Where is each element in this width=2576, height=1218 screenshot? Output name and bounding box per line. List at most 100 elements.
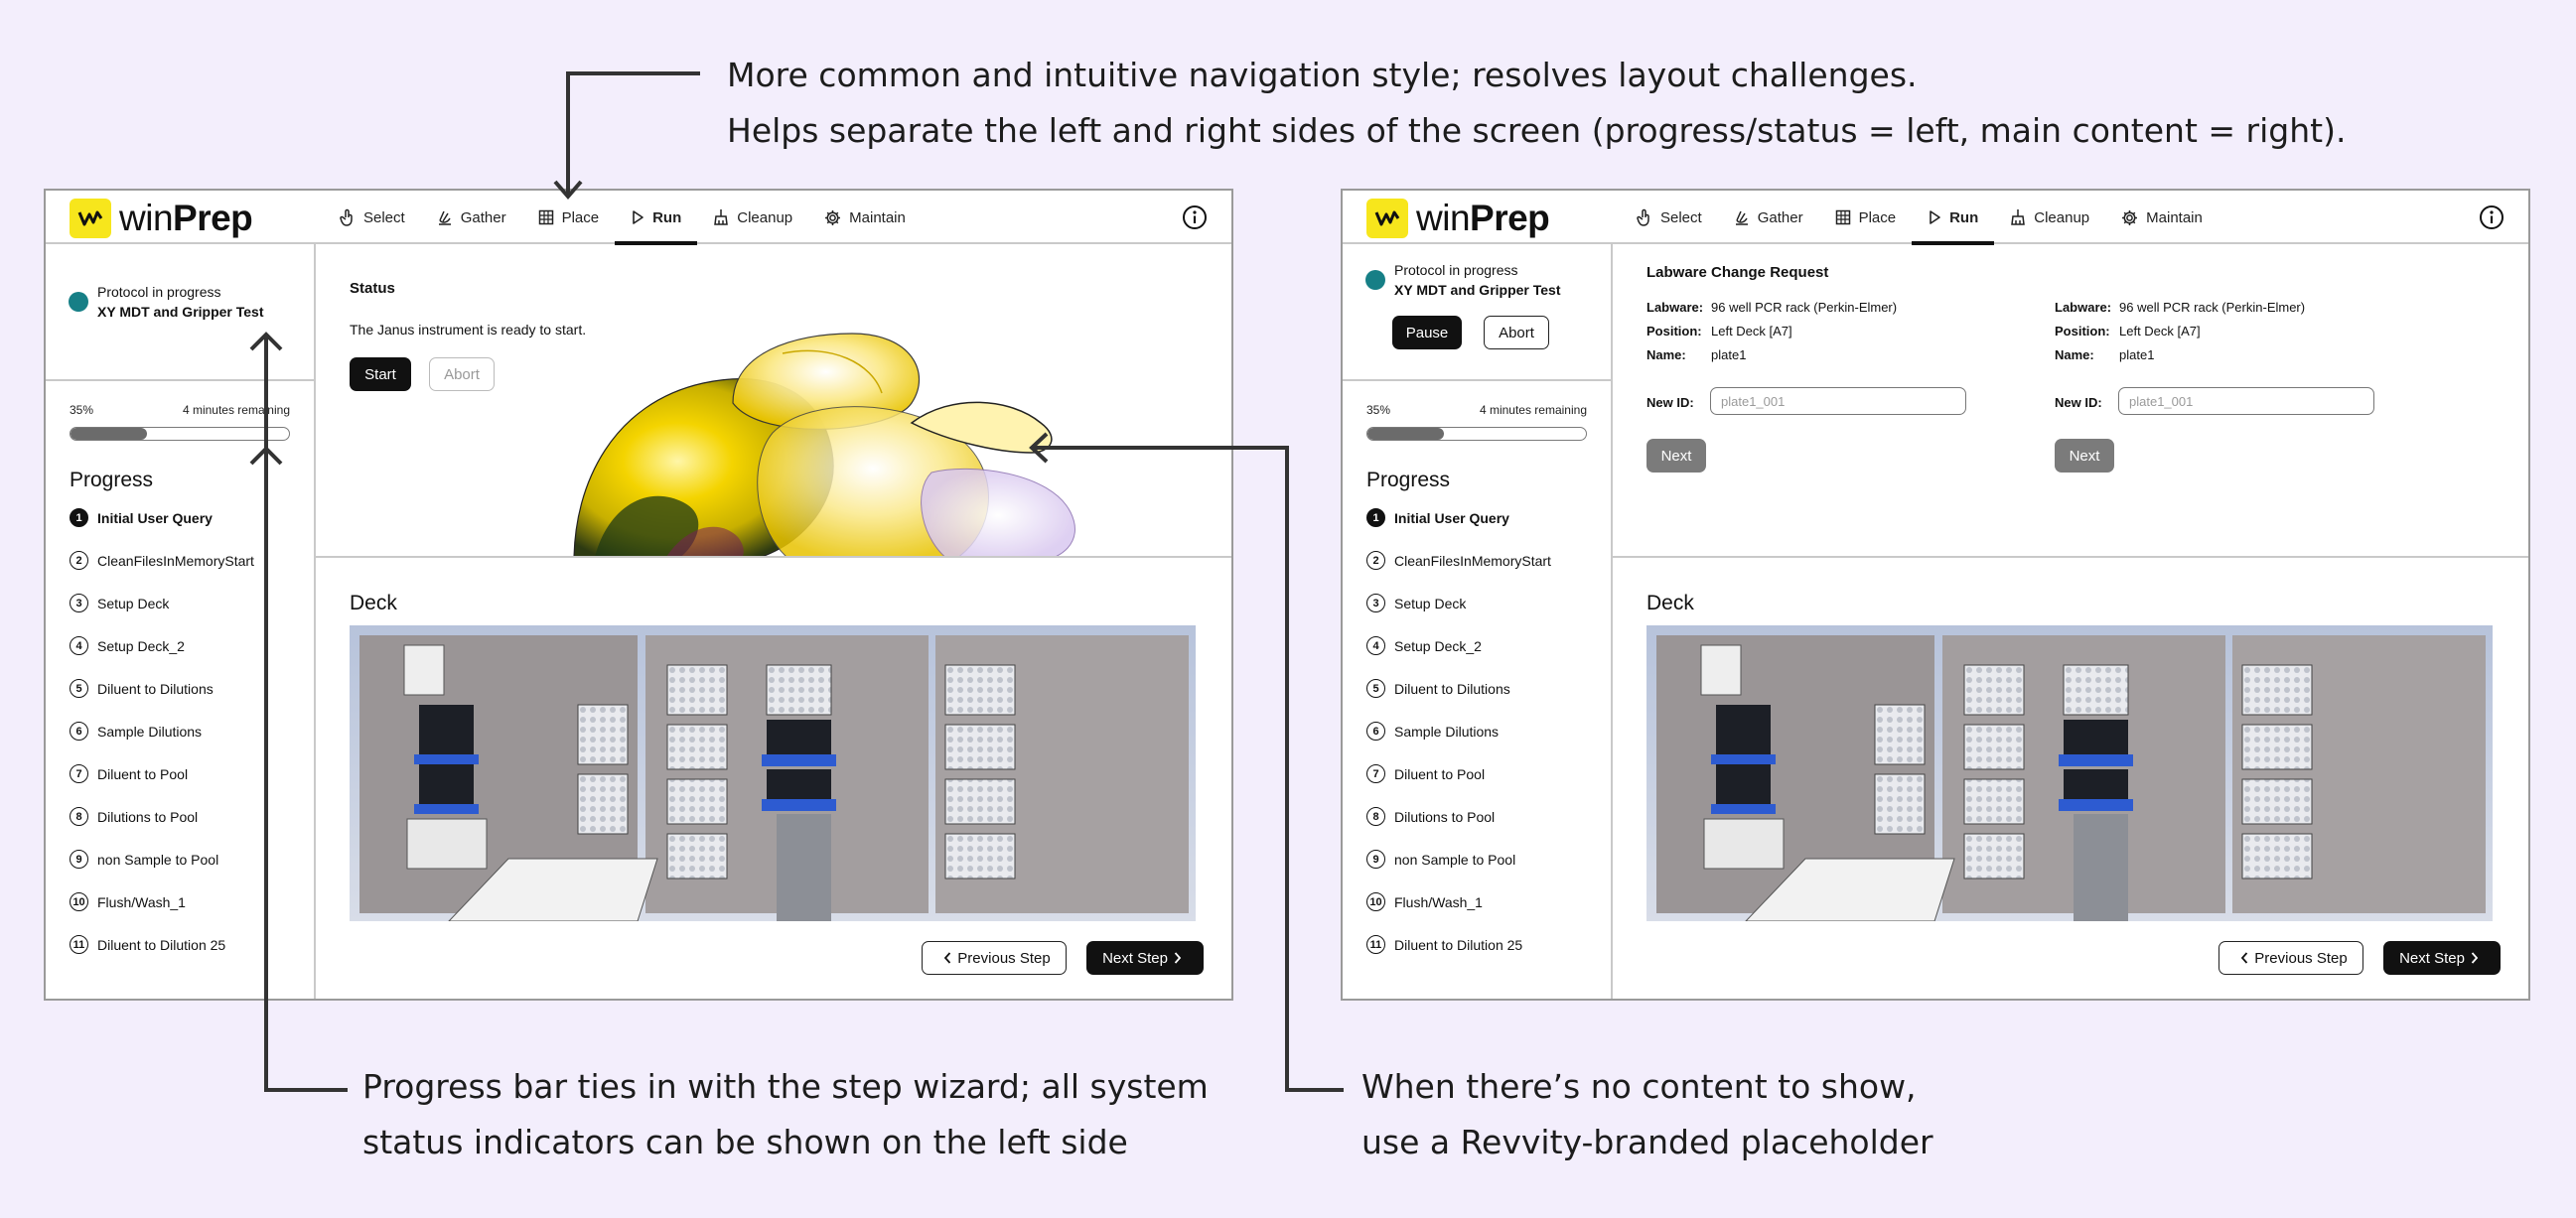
- grab-hand-icon: [1735, 210, 1748, 225]
- pause-button[interactable]: Pause: [1392, 316, 1462, 349]
- info-icon: [2480, 205, 2504, 229]
- step-list: 1 Initial User Query 2 CleanFilesInMemorySt…: [70, 496, 254, 966]
- nav-tab-maintain-label: Maintain: [849, 208, 906, 226]
- logo-text-win: win: [119, 198, 174, 238]
- step-item[interactable]: 4 Setup Deck_2: [1366, 624, 1551, 667]
- progress-sidebar: Protocol in progress XY MDT and Gripper …: [46, 244, 316, 999]
- logo-text-prep: Prep: [173, 198, 253, 238]
- nav-tab-run[interactable]: Run: [1912, 191, 1995, 245]
- step-item[interactable]: 2 CleanFilesInMemoryStart: [70, 539, 254, 582]
- winprep-logo[interactable]: winPrep: [1366, 198, 1550, 238]
- next-step-button[interactable]: Next Step: [2383, 941, 2501, 975]
- grab-hand-icon: [438, 210, 451, 225]
- step-label: Initial User Query: [97, 509, 213, 526]
- step-number: 5: [70, 679, 88, 698]
- labware-change-title: Labware Change Request: [1646, 264, 1829, 281]
- position-value: Left Deck [A7]: [1711, 324, 1792, 338]
- step-number: 4: [70, 636, 88, 655]
- step-item[interactable]: 7 Diluent to Pool: [70, 752, 254, 795]
- step-label: Setup Deck_2: [1394, 637, 1482, 654]
- step-number: 6: [1366, 722, 1385, 741]
- deck-title: Deck: [1646, 592, 1694, 614]
- step-item[interactable]: 3 Setup Deck: [70, 582, 254, 624]
- nav-tab-place-label: Place: [1858, 208, 1897, 226]
- next-button[interactable]: Next: [1646, 439, 1706, 473]
- chevron-left-icon: [2241, 952, 2248, 964]
- nav-tab-place[interactable]: Place: [522, 191, 616, 244]
- nav-tab-cleanup[interactable]: Cleanup: [1994, 191, 2105, 244]
- winprep-logo[interactable]: winPrep: [70, 198, 253, 238]
- step-label: Sample Dilutions: [97, 723, 203, 740]
- position-key: Position:: [1646, 324, 1702, 338]
- nav-tab-select-label: Select: [363, 208, 405, 226]
- chevron-left-icon: [944, 952, 951, 964]
- nav-tab-maintain[interactable]: Maintain: [2105, 191, 2218, 244]
- step-item[interactable]: 1 Initial User Query: [70, 496, 254, 539]
- nav-tab-gather[interactable]: Gather: [421, 191, 522, 244]
- next-step-button[interactable]: Next Step: [1086, 941, 1204, 975]
- step-item[interactable]: 11 Diluent to Dilution 25: [1366, 923, 1551, 966]
- previous-step-button[interactable]: Previous Step: [2218, 941, 2363, 975]
- step-item[interactable]: 8 Dilutions to Pool: [70, 795, 254, 838]
- new-id-input[interactable]: plate1_001: [2118, 387, 2374, 415]
- nav-tab-select[interactable]: Select: [1621, 191, 1718, 244]
- chevron-right-icon: [1174, 952, 1182, 964]
- top-navigation-bar: winPrep Select Gather Place Run Cleanup: [1343, 191, 2528, 245]
- step-item[interactable]: 4 Setup Deck_2: [70, 624, 254, 667]
- nav-tab-gather[interactable]: Gather: [1718, 191, 1819, 244]
- nav-tab-run-label: Run: [652, 208, 682, 226]
- step-item[interactable]: 11 Diluent to Dilution 25: [70, 923, 254, 966]
- step-item[interactable]: 2 CleanFilesInMemoryStart: [1366, 539, 1551, 582]
- step-item[interactable]: 5 Diluent to Dilutions: [70, 667, 254, 710]
- deck-image: [1646, 625, 2493, 921]
- hand-pointer-icon: [340, 208, 353, 226]
- step-item[interactable]: 5 Diluent to Dilutions: [1366, 667, 1551, 710]
- step-item[interactable]: 6 Sample Dilutions: [70, 710, 254, 752]
- abort-button[interactable]: Abort: [1484, 316, 1549, 349]
- name-value: plate1: [1711, 347, 1747, 362]
- step-number: 2: [1366, 551, 1385, 570]
- step-item[interactable]: 3 Setup Deck: [1366, 582, 1551, 624]
- info-button[interactable]: [2479, 204, 2504, 235]
- labware-value: 96 well PCR rack (Perkin-Elmer): [1711, 300, 1898, 315]
- annotation-bottom-right-line2: use a Revvity-branded placeholder: [1361, 1123, 1933, 1161]
- step-item[interactable]: 10 Flush/Wash_1: [1366, 880, 1551, 923]
- nav-tab-place-label: Place: [561, 208, 600, 226]
- protocol-status-text: Protocol in progress: [97, 284, 221, 300]
- step-item[interactable]: 9 non Sample to Pool: [70, 838, 254, 880]
- nav-tab-cleanup[interactable]: Cleanup: [697, 191, 808, 244]
- abort-button[interactable]: Abort: [429, 357, 495, 391]
- step-label: non Sample to Pool: [1394, 851, 1516, 868]
- step-item[interactable]: 7 Diluent to Pool: [1366, 752, 1551, 795]
- step-label: Diluent to Dilution 25: [97, 936, 226, 953]
- nav-tab-maintain-label: Maintain: [2146, 208, 2203, 226]
- step-number: 4: [1366, 636, 1385, 655]
- nav-tab-place[interactable]: Place: [1819, 191, 1913, 244]
- previous-step-button[interactable]: Previous Step: [922, 941, 1067, 975]
- nav-tab-select[interactable]: Select: [324, 191, 421, 244]
- nav-tab-maintain[interactable]: Maintain: [808, 191, 922, 244]
- status-title: Status: [350, 280, 395, 297]
- step-item[interactable]: 1 Initial User Query: [1366, 496, 1551, 539]
- step-label: CleanFilesInMemoryStart: [1394, 552, 1551, 569]
- grid-icon: [538, 209, 553, 225]
- progress-heading: Progress: [1366, 469, 1451, 491]
- annotation-bottom-left-line1: Progress bar ties in with the step wizar…: [362, 1067, 1209, 1106]
- logo-text-win: win: [1416, 198, 1471, 238]
- broom-icon: [2011, 209, 2026, 225]
- step-number: 10: [1366, 892, 1385, 911]
- top-navigation-bar: winPrep Select Gather Place Run Cleanup: [46, 191, 1231, 245]
- new-id-input[interactable]: plate1_001: [1710, 387, 1966, 415]
- previous-step-label: Previous Step: [957, 949, 1051, 967]
- annotation-top-line1: More common and intuitive navigation sty…: [727, 56, 1918, 94]
- next-button[interactable]: Next: [2055, 439, 2114, 473]
- nav-tab-run[interactable]: Run: [615, 191, 698, 245]
- step-item[interactable]: 8 Dilutions to Pool: [1366, 795, 1551, 838]
- start-button[interactable]: Start: [350, 357, 411, 391]
- app-window-left: winPrep Select Gather Place Run Cleanup: [44, 189, 1233, 1001]
- name-value: plate1: [2119, 347, 2155, 362]
- step-item[interactable]: 9 non Sample to Pool: [1366, 838, 1551, 880]
- info-button[interactable]: [1182, 204, 1208, 235]
- step-item[interactable]: 6 Sample Dilutions: [1366, 710, 1551, 752]
- step-item[interactable]: 10 Flush/Wash_1: [70, 880, 254, 923]
